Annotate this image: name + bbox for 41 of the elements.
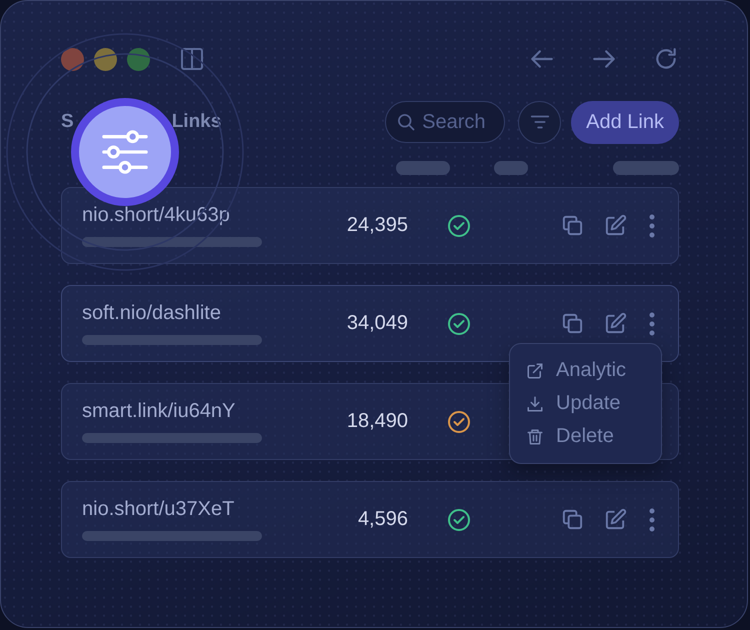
settings-badge[interactable]: [5, 32, 245, 272]
link-row[interactable]: soft.nio/dashlite 34,049: [61, 285, 679, 362]
minimize-dot[interactable]: [94, 48, 117, 70]
external-link-icon: [526, 362, 544, 380]
header-placeholder: [396, 161, 450, 175]
maximize-dot[interactable]: [127, 48, 150, 70]
short-url: smart.link/iu64nY: [82, 400, 236, 423]
page-title: Links: [172, 111, 222, 133]
link-row[interactable]: nio.short/4ku63p 24,395: [61, 187, 679, 264]
edit-icon[interactable]: [604, 214, 627, 237]
link-row[interactable]: nio.short/u37XeT 4,596: [61, 481, 679, 558]
sliders-icon: [102, 129, 148, 175]
edit-icon[interactable]: [604, 508, 627, 531]
more-icon[interactable]: [649, 312, 655, 336]
click-count: 4,596: [356, 508, 408, 531]
search-input[interactable]: Search: [422, 110, 502, 134]
download-icon: [526, 394, 544, 412]
menu-item[interactable]: Delete: [510, 422, 661, 451]
header-placeholder: [613, 161, 679, 175]
search-icon: [396, 112, 416, 132]
trash-icon: [526, 428, 544, 446]
more-icon[interactable]: [649, 214, 655, 238]
click-count: 24,395: [346, 214, 408, 237]
more-icon[interactable]: [649, 508, 655, 532]
close-dot[interactable]: [61, 48, 84, 70]
search-field[interactable]: Search: [385, 101, 506, 143]
copy-icon[interactable]: [561, 214, 584, 237]
sidebar-icon[interactable]: [180, 47, 204, 71]
page-title: S: [61, 111, 74, 133]
click-count: 18,490: [346, 410, 408, 433]
short-url: nio.short/u37XeT: [82, 498, 236, 521]
click-count: 34,049: [346, 312, 408, 335]
filter-button[interactable]: [518, 100, 562, 144]
menu-item[interactable]: Update: [510, 389, 661, 418]
header-placeholder: [494, 161, 528, 175]
edit-icon[interactable]: [604, 312, 627, 335]
short-url: nio.short/4ku63p: [82, 204, 231, 227]
copy-icon[interactable]: [561, 312, 584, 335]
short-url: soft.nio/dashlite: [82, 302, 222, 325]
copy-icon[interactable]: [561, 508, 584, 531]
add-link-button[interactable]: Add Link: [571, 100, 679, 144]
